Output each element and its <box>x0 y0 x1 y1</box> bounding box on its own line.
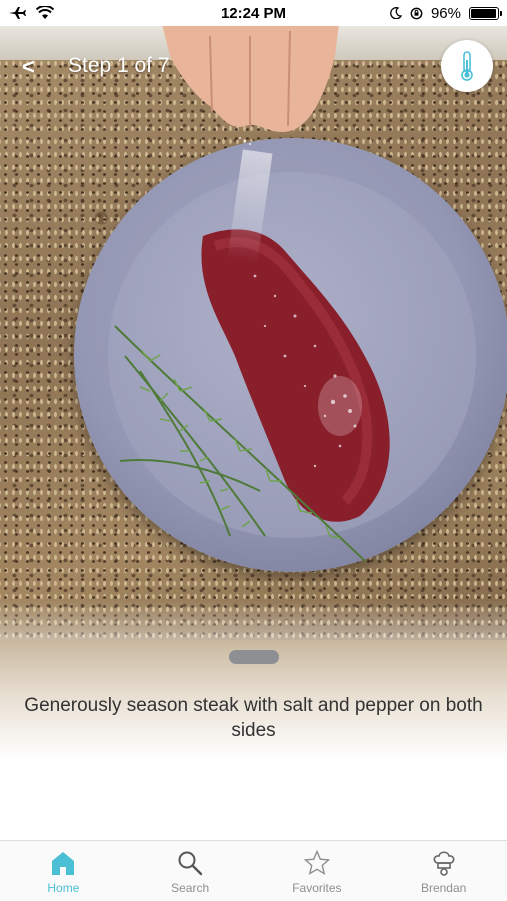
thermometer-icon <box>458 50 476 82</box>
back-button[interactable]: < <box>22 54 35 80</box>
sheet-grabber-handle[interactable] <box>229 650 279 664</box>
moon-icon <box>390 7 402 19</box>
battery-icon <box>469 6 502 20</box>
hand-seasoning-image <box>162 26 339 145</box>
star-icon <box>303 849 331 877</box>
rosemary-thyme-image <box>114 325 366 562</box>
tab-bar: Home Search Favorites Brendan <box>0 840 507 901</box>
status-right: 96% <box>390 5 507 22</box>
battery-percent: 96% <box>430 4 461 22</box>
tab-home-label: Home <box>47 881 80 895</box>
tab-search-label: Search <box>171 881 210 895</box>
search-icon <box>176 849 204 877</box>
orientation-lock-icon <box>410 7 423 20</box>
home-icon <box>49 849 77 877</box>
tab-home[interactable]: Home <box>0 841 127 901</box>
status-left <box>0 6 54 20</box>
tab-profile-label: Brendan <box>420 881 467 895</box>
step-instruction: Generously season steak with salt and pe… <box>24 695 483 741</box>
tab-favorites[interactable]: Favorites <box>254 841 381 901</box>
tab-favorites-label: Favorites <box>292 881 342 895</box>
wifi-icon <box>36 6 54 20</box>
airplane-icon <box>8 6 26 20</box>
instruction-sheet: Generously season steak with salt and pe… <box>0 640 507 840</box>
thermometer-button[interactable] <box>441 40 493 92</box>
step-photo: < Step 1 of 7 <box>0 26 507 666</box>
page-title: Step 1 of 7 <box>68 54 170 77</box>
status-bar: 12:24 PM 96% <box>0 0 507 26</box>
tab-search[interactable]: Search <box>127 841 254 901</box>
tab-profile[interactable]: Brendan <box>380 841 507 901</box>
battery-fill <box>471 8 496 18</box>
chef-hat-icon <box>430 849 458 877</box>
